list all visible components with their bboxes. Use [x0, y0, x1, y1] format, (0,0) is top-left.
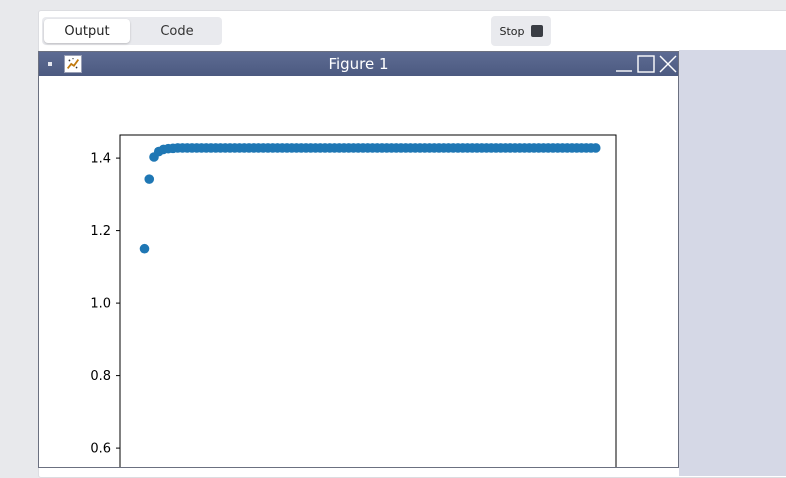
output-toolbar: Output Code Stop [39, 11, 786, 51]
scatter-point [139, 243, 150, 254]
y-tick-label: 0.8 [90, 369, 111, 384]
stop-icon [530, 25, 543, 37]
figure-window: Figure 1 0.6 0.8 1.0 1.2 1.4 [38, 51, 679, 468]
close-icon[interactable] [658, 54, 678, 74]
scatter-point [590, 143, 601, 153]
figure-title: Figure 1 [328, 55, 389, 73]
scatter-point [144, 174, 155, 184]
figure-titlebar[interactable]: Figure 1 [39, 52, 678, 76]
minimize-icon[interactable] [614, 54, 634, 74]
y-tick-label: 0.6 [90, 442, 111, 457]
y-tick-label: 1.0 [90, 297, 111, 312]
tab-output[interactable]: Output [44, 19, 130, 43]
y-tick-label: 1.4 [90, 152, 111, 167]
y-tick-label: 1.2 [90, 224, 111, 239]
tab-code[interactable]: Code [134, 19, 220, 43]
side-panel-background [679, 50, 786, 476]
maximize-icon[interactable] [636, 54, 656, 74]
stop-button[interactable]: Stop [491, 16, 551, 46]
plot-canvas: 0.6 0.8 1.0 1.2 1.4 [90, 134, 617, 467]
axes-frame [119, 134, 617, 467]
view-toggle: Output Code [42, 17, 222, 45]
stop-label: Stop [499, 24, 525, 38]
